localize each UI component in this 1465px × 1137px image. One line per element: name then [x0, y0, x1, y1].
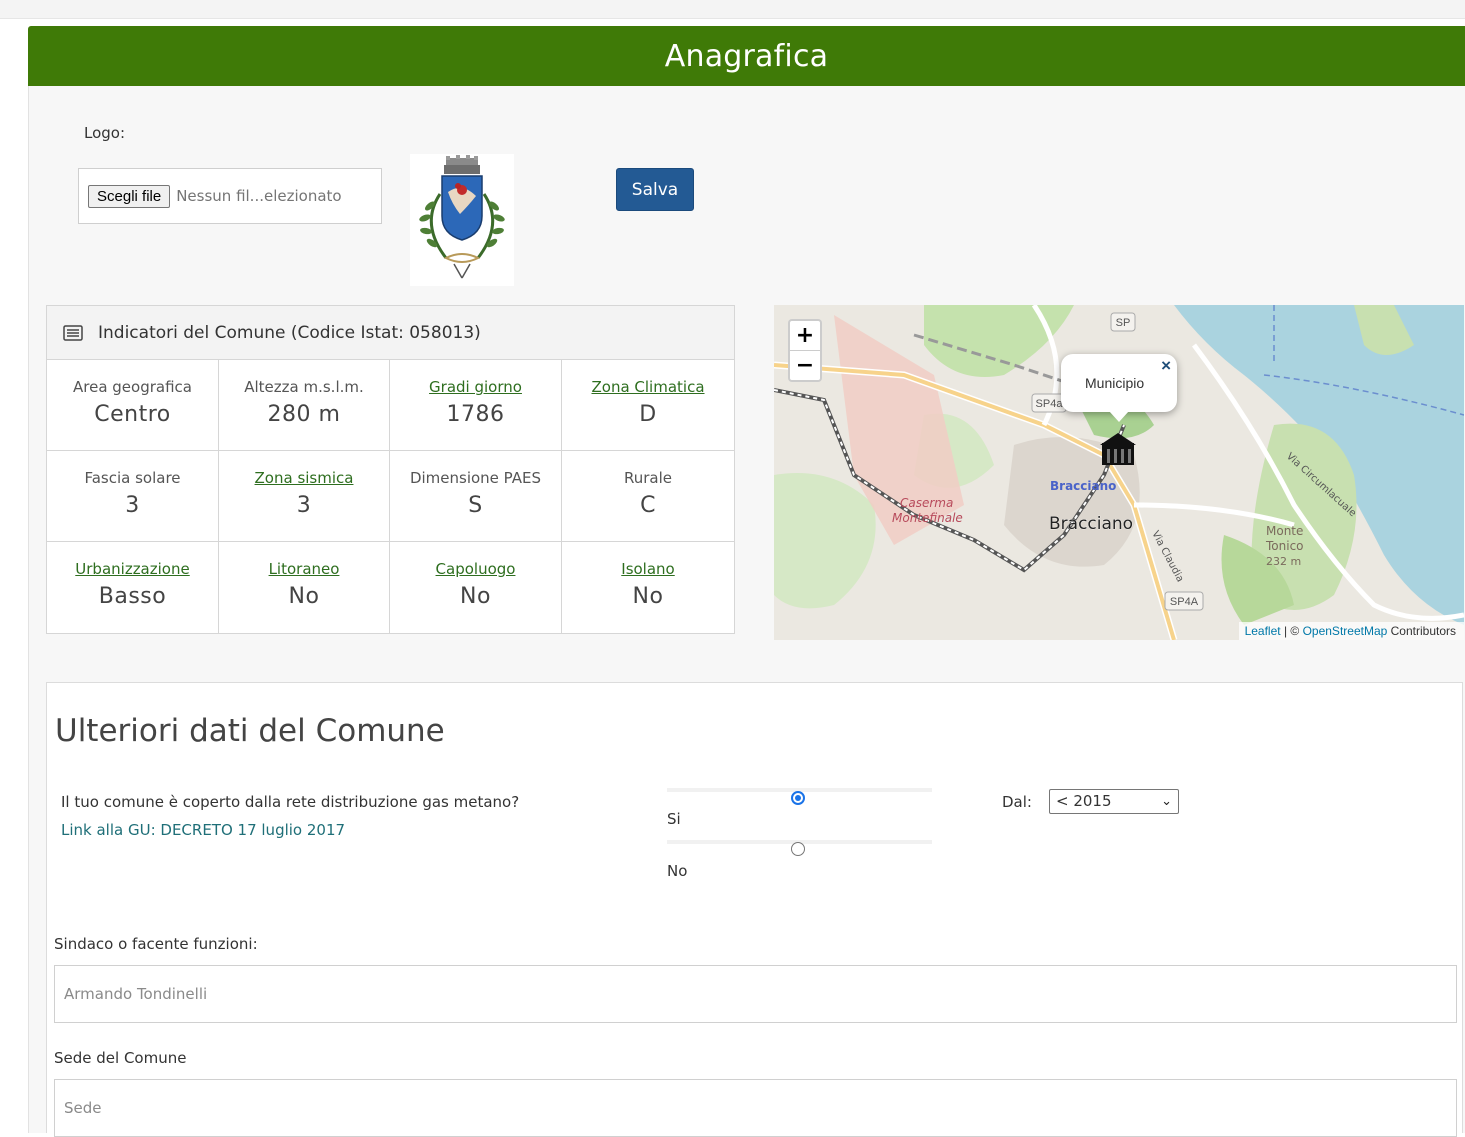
indicator-link[interactable]: Isolano [562, 560, 734, 578]
indicator-link[interactable]: Zona sismica [219, 469, 389, 487]
indicator-fascia-solare: Fascia solare 3 [47, 451, 219, 542]
sindaco-label: Sindaco o facente funzioni: [54, 935, 258, 953]
map-label-caserma: Caserma [900, 496, 953, 510]
indicator-value: No [460, 584, 491, 609]
indicator-urbanizzazione: Urbanizzazione Basso [47, 542, 219, 633]
sede-placeholder: Sede [64, 1099, 102, 1117]
gas-question: Il tuo comune è coperto dalla rete distr… [61, 793, 520, 811]
indicator-value: D [639, 402, 657, 427]
sindaco-input[interactable]: Armando Tondinelli [54, 965, 1457, 1023]
map-zoom-control: + − [788, 319, 822, 382]
radio-no[interactable] [791, 842, 805, 856]
dal-year-select[interactable]: < 2015 ⌄ [1049, 789, 1179, 814]
close-icon[interactable]: × [1161, 356, 1171, 376]
choose-file-button[interactable]: Scegli file [88, 184, 171, 208]
indicator-value: 280 m [267, 402, 341, 427]
sede-label: Sede del Comune [54, 1049, 187, 1067]
indicator-link[interactable]: Capoluogo [390, 560, 561, 578]
attribution-tail: Contributors [1387, 624, 1456, 638]
indicator-link[interactable]: Litoraneo [219, 560, 389, 578]
list-icon [63, 324, 83, 341]
indicator-area-geografica: Area geografica Centro [47, 360, 219, 451]
dal-selected-value: < 2015 [1056, 792, 1112, 810]
map-popup: Municipio × [1061, 354, 1177, 422]
indicator-label: Altezza m.s.l.m. [244, 378, 364, 396]
section-title: Ulteriori dati del Comune [55, 713, 445, 749]
comune-crest-logo [410, 154, 514, 286]
chevron-down-icon: ⌄ [1161, 794, 1172, 809]
leaflet-link[interactable]: Leaflet [1245, 624, 1281, 638]
indicator-label: Rurale [623, 469, 672, 487]
indicator-gradi-giorno: Gradi giorno 1786 [390, 360, 562, 451]
map-label-altitude: 232 m [1266, 555, 1301, 568]
map-label-montefinale: Montefinale [892, 511, 963, 525]
file-name-text: Nessun fil...elezionato [176, 187, 342, 205]
indicator-value: Basso [98, 584, 167, 609]
indicator-label: Fascia solare [84, 469, 181, 487]
indicator-altezza: Altezza m.s.l.m. 280 m [219, 360, 390, 451]
map-label-monte: Monte [1266, 524, 1303, 538]
indicator-label: Area geografica [73, 378, 192, 396]
indicator-value: Centro [94, 402, 171, 427]
indicator-rurale: Rurale C [562, 451, 734, 542]
indicator-zona-sismica: Zona sismica 3 [219, 451, 390, 542]
logo-file-input[interactable]: Scegli file Nessun fil...elezionato [78, 168, 382, 224]
indicator-litoraneo: Litoraneo No [219, 542, 390, 633]
indicator-value: 1786 [446, 402, 505, 427]
save-button[interactable]: Salva [616, 168, 694, 211]
indicators-header: Indicatori del Comune (Codice Istat: 058… [47, 306, 734, 360]
map-label-town: Bracciano [1049, 514, 1133, 534]
indicator-link[interactable]: Zona Climatica [562, 378, 734, 396]
logo-label: Logo: [84, 124, 126, 142]
map-attribution: Leaflet | © OpenStreetMap Contributors [1238, 622, 1464, 640]
map-label-sp4a-bottom: SP4A [1170, 596, 1199, 608]
indicator-value: C [640, 493, 656, 518]
sindaco-value: Armando Tondinelli [64, 985, 208, 1003]
osm-link[interactable]: OpenStreetMap [1303, 624, 1388, 638]
indicator-label: Dimensione PAES [409, 469, 542, 487]
indicators-card: Indicatori del Comune (Codice Istat: 058… [46, 305, 735, 634]
browser-top-strip [0, 0, 1465, 19]
map-label-tonico: Tonico [1265, 539, 1304, 553]
further-data-section: Ulteriori dati del Comune Il tuo comune … [46, 682, 1463, 1137]
indicators-grid: Area geografica Centro Altezza m.s.l.m. … [47, 360, 734, 633]
indicator-value: 3 [125, 493, 140, 518]
indicator-value: No [288, 584, 320, 609]
indicators-title: Indicatori del Comune (Codice Istat: 058… [98, 322, 481, 343]
radio-yes[interactable] [791, 791, 805, 805]
zoom-out-button[interactable]: − [790, 351, 820, 380]
indicator-link[interactable]: Urbanizzazione [47, 560, 218, 578]
indicator-link[interactable]: Gradi giorno [390, 378, 561, 396]
popup-text: Municipio [1085, 375, 1145, 391]
map-label-station: Bracciano [1050, 479, 1116, 493]
map-label-sp: SP [1116, 317, 1131, 329]
map-label-sp4a-top: SP4a [1036, 398, 1064, 410]
indicator-capoluogo: Capoluogo No [390, 542, 562, 633]
radio-yes-label: Si [667, 810, 681, 828]
sede-input[interactable]: Sede [54, 1079, 1457, 1137]
dal-label: Dal: [1002, 793, 1032, 811]
page-title: Anagrafica [664, 38, 829, 74]
indicator-dimensione-paes: Dimensione PAES S [390, 451, 562, 542]
indicator-value: No [632, 584, 664, 609]
gu-decree-link[interactable]: Link alla GU: DECRETO 17 luglio 2017 [61, 821, 345, 839]
popup-tip [1109, 411, 1129, 422]
page-header: Anagrafica [28, 26, 1465, 86]
indicator-value: S [468, 493, 483, 518]
location-map[interactable]: SP SP4a SP4A Bracciano Bracciano Caserma… [774, 305, 1464, 640]
zoom-in-button[interactable]: + [790, 321, 820, 351]
attribution-separator: | © [1280, 624, 1303, 638]
indicator-zona-climatica: Zona Climatica D [562, 360, 734, 451]
radio-no-label: No [667, 862, 688, 880]
indicator-value: 3 [296, 493, 312, 518]
indicator-isolano: Isolano No [562, 542, 734, 633]
